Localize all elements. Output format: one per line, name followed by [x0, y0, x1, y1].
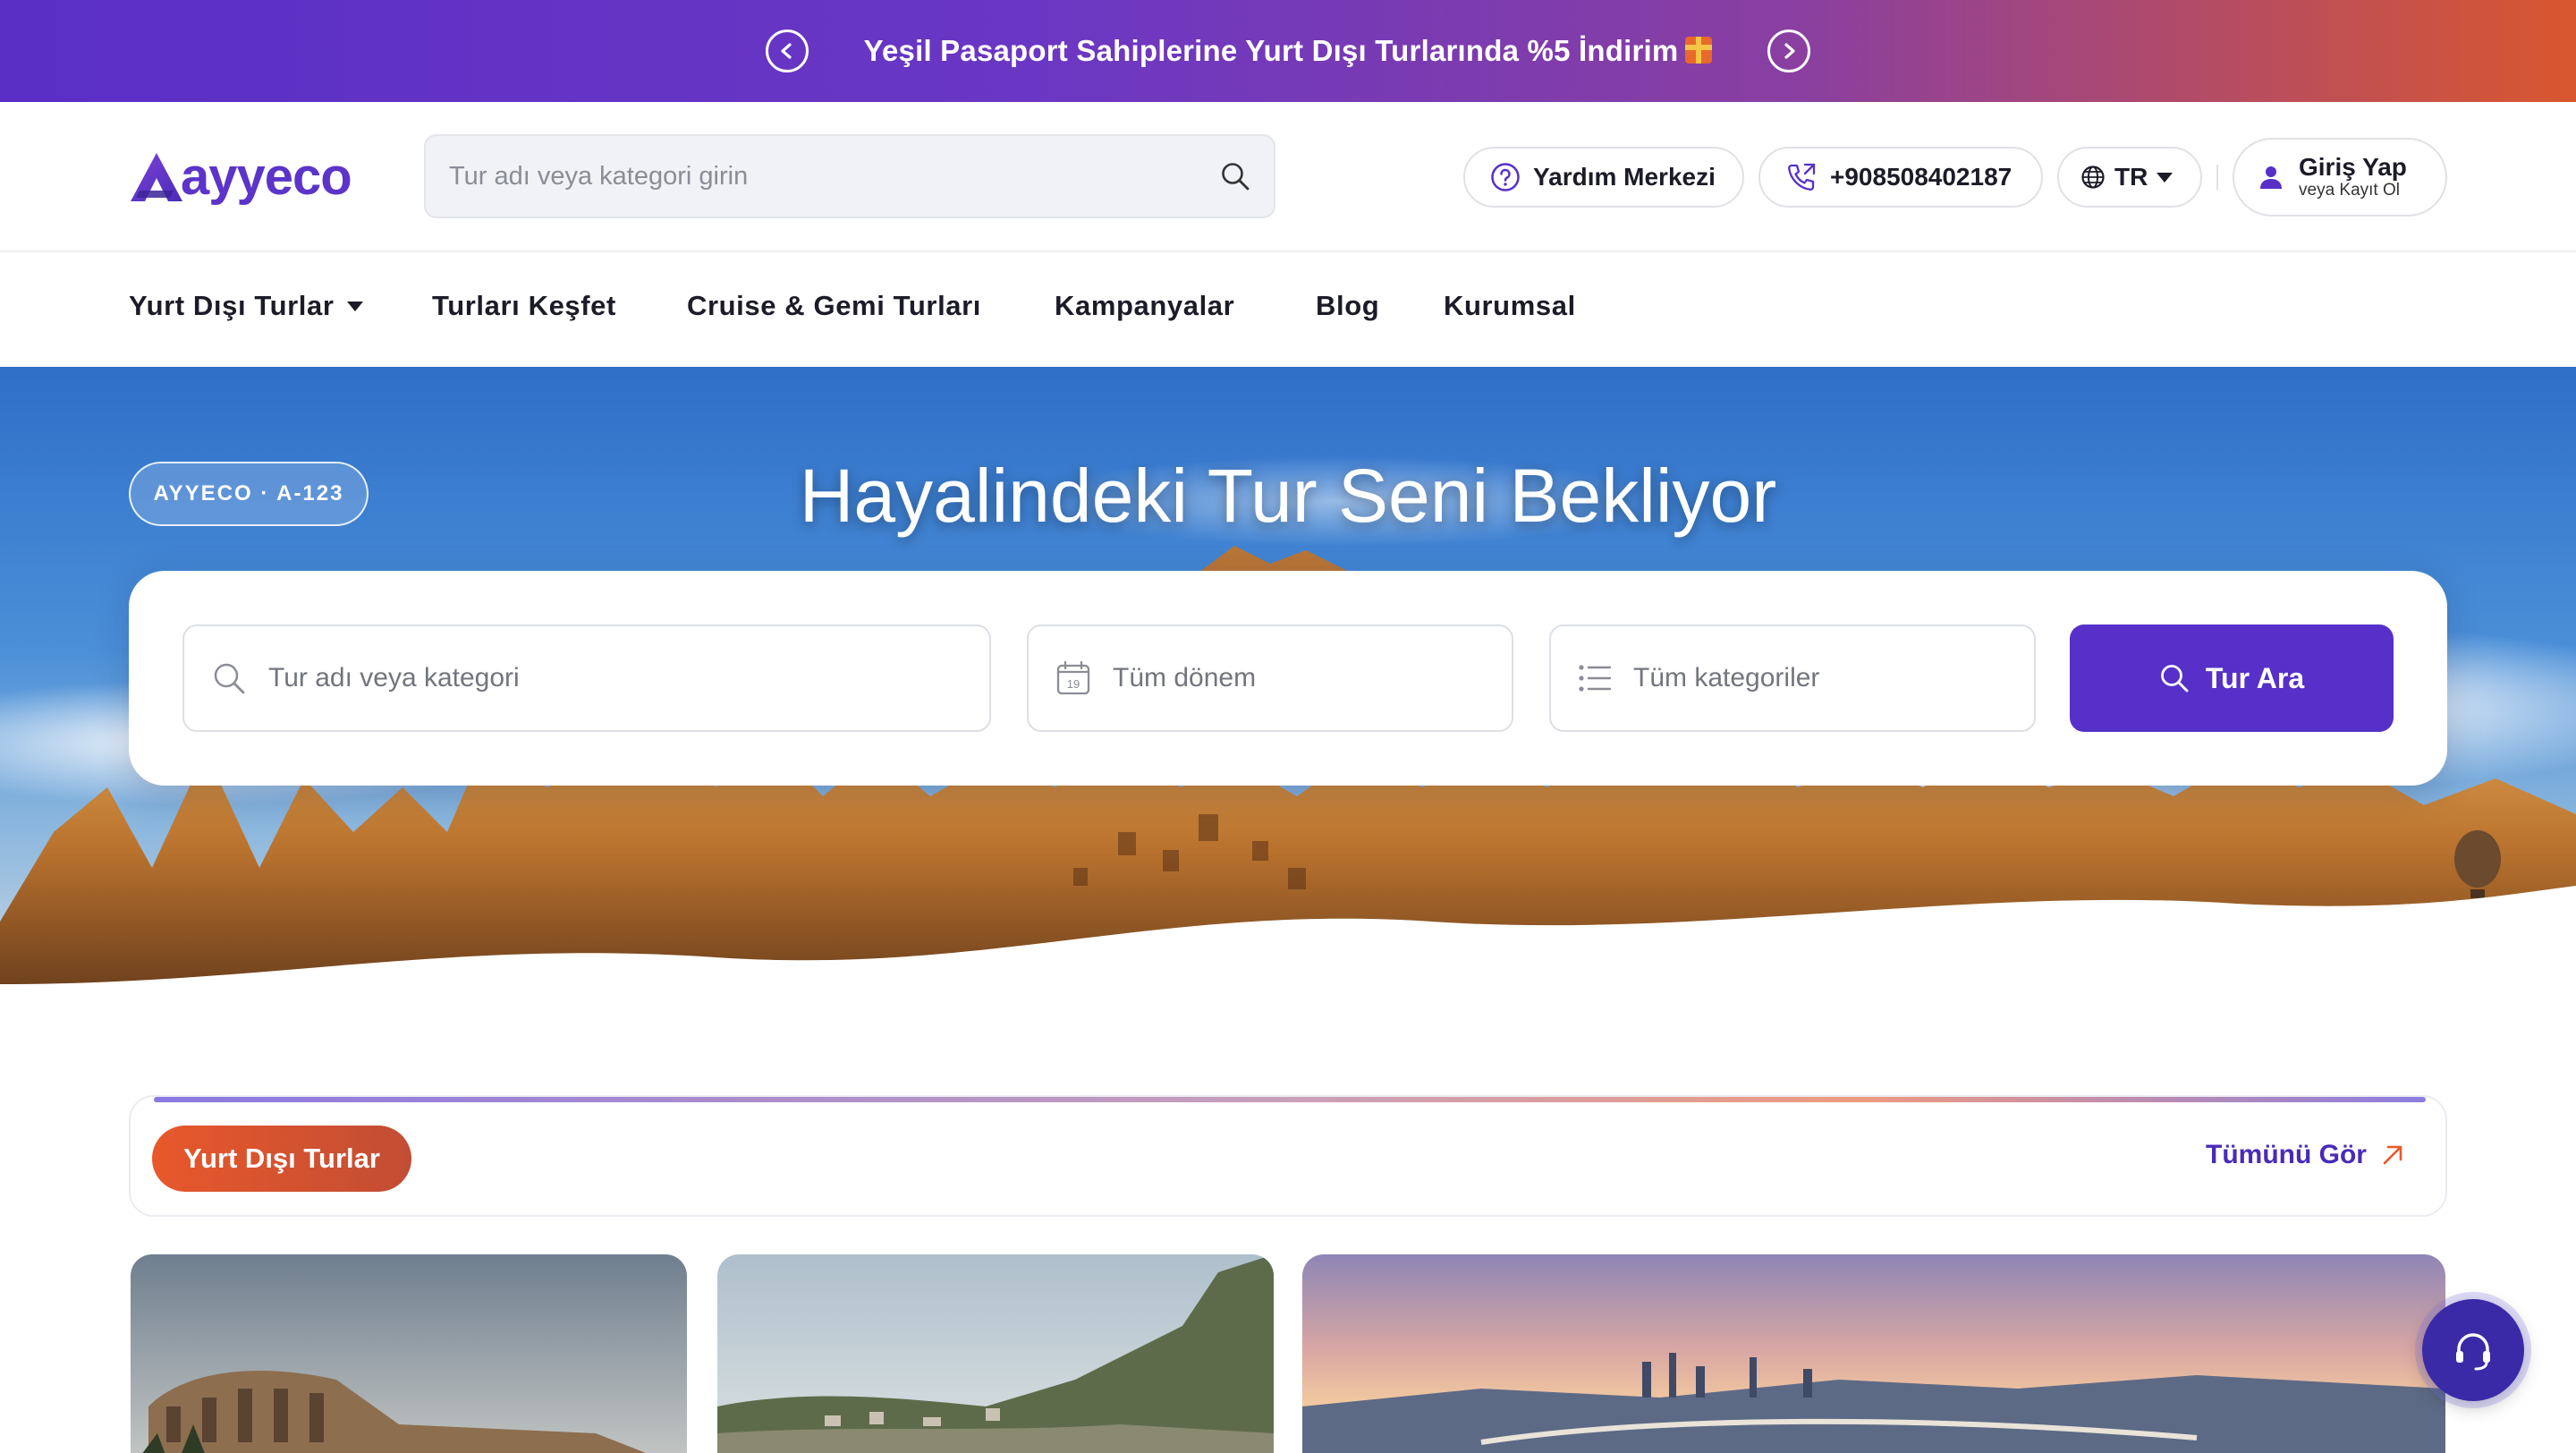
header-search-box[interactable] — [424, 134, 1275, 218]
site-header: ayyeco Yardım Merkezi +908508402187 TR — [0, 102, 2576, 252]
calendar-icon: 19 — [1056, 660, 1090, 695]
section-accent-bar — [154, 1097, 2426, 1102]
tour-card-image — [131, 1254, 687, 1453]
calendar-icon-day: 19 — [1067, 677, 1080, 691]
period-select-value: Tüm dönem — [1113, 663, 1257, 693]
logo-text: ayyeco — [181, 148, 352, 206]
chevron-right-icon — [1784, 43, 1796, 59]
nav-item-label: Kampanyalar — [1055, 290, 1235, 321]
tour-card-dubai[interactable] — [1302, 1254, 2445, 1453]
chevron-down-icon — [2157, 172, 2174, 183]
arrow-up-right-icon — [2383, 1145, 2402, 1165]
tour-search-card: 19 Tüm dönem Tüm kategoriler Tur Ara — [129, 571, 2447, 786]
category-select[interactable]: Tüm kategoriler — [1549, 625, 2036, 732]
help-center-label: Yardım Merkezi — [1533, 163, 1716, 191]
help-center-button[interactable]: Yardım Merkezi — [1463, 147, 1744, 208]
phone-button[interactable]: +908508402187 — [1758, 147, 2043, 208]
nav-item-corporate[interactable]: Kurumsal — [1444, 290, 1576, 322]
tour-search-button-label: Tur Ara — [2205, 661, 2305, 694]
nav-item-label: Blog — [1316, 290, 1380, 321]
hero-section: AYYECO · A-123 Hayalindeki Tur Seni Bekl… — [0, 367, 2576, 993]
section-tab-abroad-tours[interactable]: Yurt Dışı Turlar — [152, 1126, 411, 1192]
tour-search-button[interactable]: Tur Ara — [2070, 625, 2394, 732]
language-selector[interactable]: TR — [2057, 147, 2202, 208]
promo-next-button[interactable] — [1767, 30, 1811, 72]
nav-item-label: Cruise & Gemi Turları — [687, 290, 982, 321]
user-icon — [2260, 166, 2282, 189]
nav-item-label: Turları Keşfet — [432, 290, 616, 321]
tour-card-coast[interactable] — [717, 1254, 1274, 1453]
tour-card-rome[interactable] — [131, 1254, 687, 1453]
see-all-label: Tümünü Gör — [2206, 1140, 2367, 1169]
gift-icon — [1685, 37, 1713, 64]
hero-title: Hayalindeki Tur Seni Bekliyor — [799, 454, 1777, 538]
nav-item-campaigns[interactable]: Kampanyalar — [1055, 290, 1234, 322]
header-search-input[interactable] — [449, 161, 1220, 191]
tour-search-field[interactable] — [182, 625, 991, 732]
tour-card-image — [1302, 1254, 2445, 1453]
globe-icon — [2081, 166, 2105, 189]
period-select[interactable]: 19 Tüm dönem — [1027, 625, 1513, 732]
logo-mark-icon — [131, 153, 182, 201]
nav-item-label: Yurt Dışı Turlar — [129, 290, 335, 321]
login-label: Giriş Yap — [2299, 153, 2407, 182]
site-logo[interactable]: ayyeco — [129, 149, 352, 206]
nav-item-cruise-tours[interactable]: Cruise & Gemi Turları — [687, 290, 981, 322]
abroad-tours-section-header: Yurt Dışı Turlar Tümünü Gör — [129, 1095, 2447, 1217]
nav-item-discover-tours[interactable]: Turları Keşfet — [432, 290, 616, 322]
language-label: TR — [2114, 163, 2148, 191]
see-all-link[interactable]: Tümünü Gör — [2206, 1140, 2406, 1170]
help-circle-icon — [1491, 163, 1520, 191]
tour-search-input[interactable] — [268, 663, 962, 693]
category-select-value: Tüm kategoriler — [1633, 663, 1820, 693]
header-divider — [2216, 165, 2218, 190]
list-icon — [1579, 665, 1612, 692]
promo-banner: Yeşil Pasaport Sahiplerine Yurt Dışı Tur… — [0, 0, 2576, 102]
nav-item-abroad-tours[interactable]: Yurt Dışı Turlar — [129, 290, 363, 322]
promo-prev-button[interactable] — [765, 30, 809, 72]
phone-call-icon — [1788, 163, 1816, 191]
chevron-down-icon — [346, 301, 363, 311]
search-icon[interactable] — [1220, 161, 1250, 191]
login-button[interactable]: Giriş Yap veya Kayıt Ol — [2233, 138, 2447, 217]
promo-text-wrap[interactable]: Yeşil Pasaport Sahiplerine Yurt Dışı Tur… — [864, 34, 1713, 68]
main-nav: Yurt Dışı Turlar Turları Keşfet Cruise &… — [0, 252, 2576, 367]
search-icon — [2160, 665, 2189, 693]
headset-icon — [2456, 1333, 2490, 1371]
search-icon — [214, 663, 245, 694]
login-texts: Giriş Yap veya Kayıt Ol — [2299, 153, 2407, 200]
support-chat-button[interactable] — [2422, 1299, 2524, 1401]
chevron-left-icon — [780, 43, 792, 59]
tour-card-image — [717, 1254, 1274, 1453]
register-label: veya Kayıt Ol — [2299, 180, 2400, 200]
nav-item-blog[interactable]: Blog — [1316, 290, 1379, 322]
phone-number: +908508402187 — [1830, 163, 2012, 191]
nav-item-label: Kurumsal — [1444, 290, 1576, 321]
promo-text[interactable]: Yeşil Pasaport Sahiplerine Yurt Dışı Tur… — [864, 34, 1679, 67]
